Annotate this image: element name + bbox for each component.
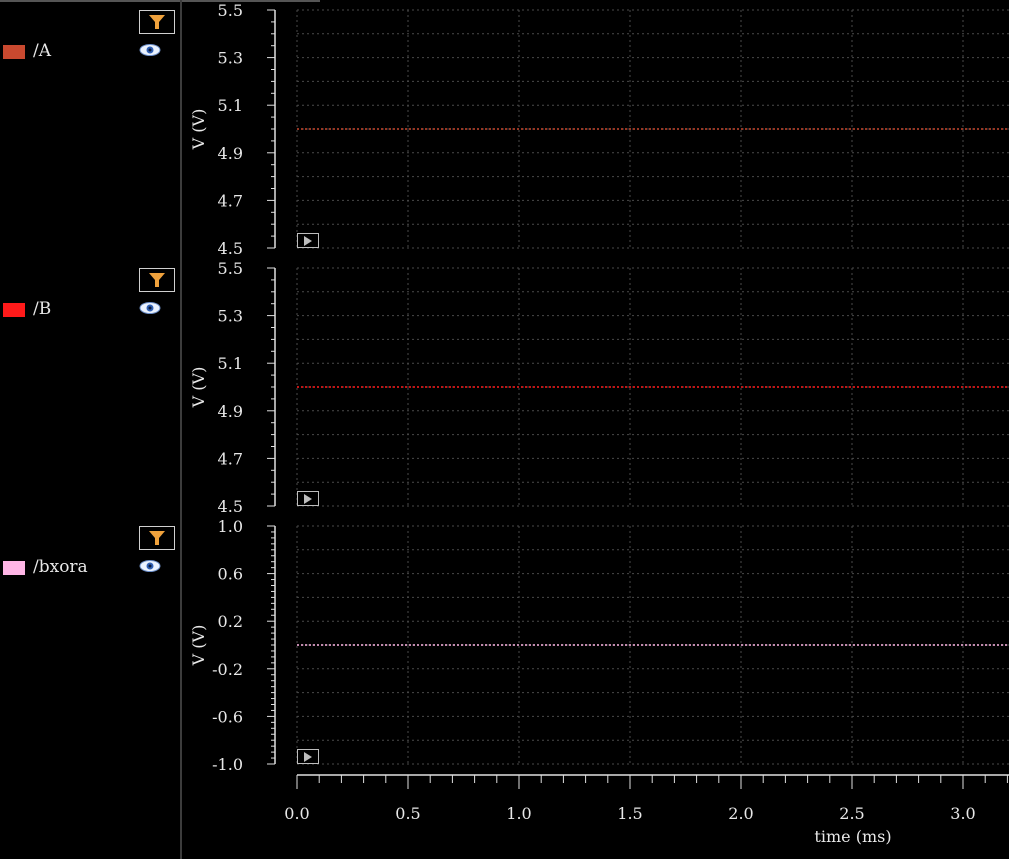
play-icon [304,494,312,504]
x-tick-label: 0.5 [395,804,420,823]
play-icon [304,236,312,246]
x-tick-label: 1.0 [506,804,531,823]
play-button-bxora[interactable] [297,749,319,764]
y-tick-label: 5.1 [218,96,243,115]
y-axis-label: V (V) [189,367,208,409]
y-tick-label: 1.0 [218,517,243,536]
y-tick-label: 5.1 [218,354,243,373]
y-tick-label: 4.9 [218,402,243,421]
x-tick-label: 1.5 [617,804,642,823]
x-axis-label: time (ms) [814,827,891,846]
y-tick-label: -0.6 [212,707,243,726]
y-axis-label: V (V) [189,109,208,151]
y-tick-label: 4.5 [218,239,243,258]
y-tick-label: 4.7 [218,449,243,468]
x-tick-label: 3.0 [950,804,975,823]
waveform-plots: 5.5 5.3 5.1 4.9 4.7 4.5 V (V) 5.5 5.3 5.1 4.9 4.7 4.… [189,1,1009,846]
y-tick-label: 5.3 [218,307,243,326]
y-tick-label: -0.2 [212,660,243,679]
x-tick-label: 2.5 [839,804,864,823]
y-tick-label: 5.5 [218,259,243,278]
y-tick-label: -1.0 [212,755,243,774]
y-tick-label: 0.6 [218,565,243,584]
y-tick-label: 0.2 [218,612,243,631]
y-tick-label: 4.5 [218,497,243,516]
y-tick-label: 4.7 [218,191,243,210]
x-tick-label: 2.0 [728,804,753,823]
play-icon [304,752,312,762]
y-tick-label: 4.9 [218,144,243,163]
y-axis-label: V (V) [189,625,208,667]
y-tick-label: 5.5 [218,1,243,20]
play-button-a[interactable] [297,233,319,248]
play-button-b[interactable] [297,491,319,506]
x-tick-label: 0.0 [284,804,309,823]
y-tick-label: 5.3 [218,49,243,68]
